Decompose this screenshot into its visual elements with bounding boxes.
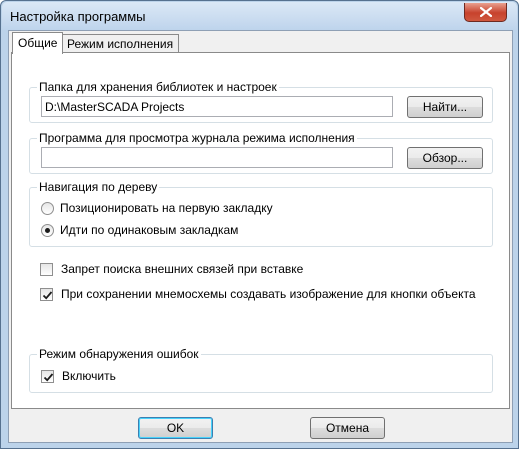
library-folder-group: Папка для хранения библиотек и настроек … [29,80,493,123]
dialog-button-bar: OK Отмена [9,411,512,442]
journal-viewer-group: Программа для просмотра журнала режима и… [29,131,493,174]
find-folder-button[interactable]: Найти... [407,96,483,118]
checkmark-icon [42,290,53,300]
dialog-body: Общие Режим исполнения Папка для хранени… [8,30,513,443]
tree-navigation-legend: Навигация по дереву [37,180,160,194]
journal-viewer-legend: Программа для просмотра журнала режима и… [37,131,357,145]
mnemo-image-label: При сохранении мнемосхемы создавать изоб… [61,287,476,301]
radio-first-tab[interactable]: Позиционировать на первую закладку [41,200,273,216]
checkbox-row-external-links[interactable]: Запрет поиска внешних связей при вставке [40,261,303,277]
close-button[interactable] [464,3,507,22]
radio-same-tabs[interactable]: Идти по одинаковым закладкам [41,222,238,238]
library-folder-input[interactable]: D:\MasterSCADA Projects [41,96,393,117]
library-folder-legend: Папка для хранения библиотек и настроек [37,80,279,94]
radio-same-tabs-button[interactable] [41,223,54,237]
radio-same-tabs-label: Идти по одинаковым закладкам [60,223,239,237]
radio-first-tab-label: Позиционировать на первую закладку [60,201,273,215]
window-title: Настройка программы [10,9,146,24]
browse-viewer-button[interactable]: Обзор... [407,147,483,169]
checkmark-icon [43,372,54,382]
error-enable-label: Включить [62,369,116,383]
close-icon [479,7,492,17]
external-links-label: Запрет поиска внешних связей при вставке [61,262,304,276]
external-links-checkbox[interactable] [40,262,53,276]
error-detection-legend: Режим обнаружения ошибок [37,347,201,361]
tab-runtime-mode-label: Режим исполнения [67,37,174,51]
cancel-button[interactable]: Отмена [310,417,385,439]
settings-window: Настройка программы Общие Режим исполнен… [0,0,519,449]
checkbox-row-error-enable[interactable]: Включить [41,368,116,384]
radio-first-tab-button[interactable] [41,201,54,215]
checkbox-row-mnemo-image[interactable]: При сохранении мнемосхемы создавать изоб… [40,286,476,302]
general-tab-panel: Папка для хранения библиотек и настроек … [11,52,510,409]
error-enable-checkbox[interactable] [41,369,54,383]
tab-runtime-mode[interactable]: Режим исполнения [61,34,180,54]
error-detection-group: Режим обнаружения ошибок Включить [29,347,493,393]
mnemo-image-checkbox[interactable] [40,287,53,301]
ok-button[interactable]: OK [138,417,213,439]
tree-navigation-group: Навигация по дереву Позиционировать на п… [29,180,493,247]
title-bar[interactable]: Настройка программы [2,2,517,30]
tab-general-label: Общие [18,36,58,50]
tab-general[interactable]: Общие [12,32,64,54]
journal-viewer-input[interactable] [41,147,393,168]
